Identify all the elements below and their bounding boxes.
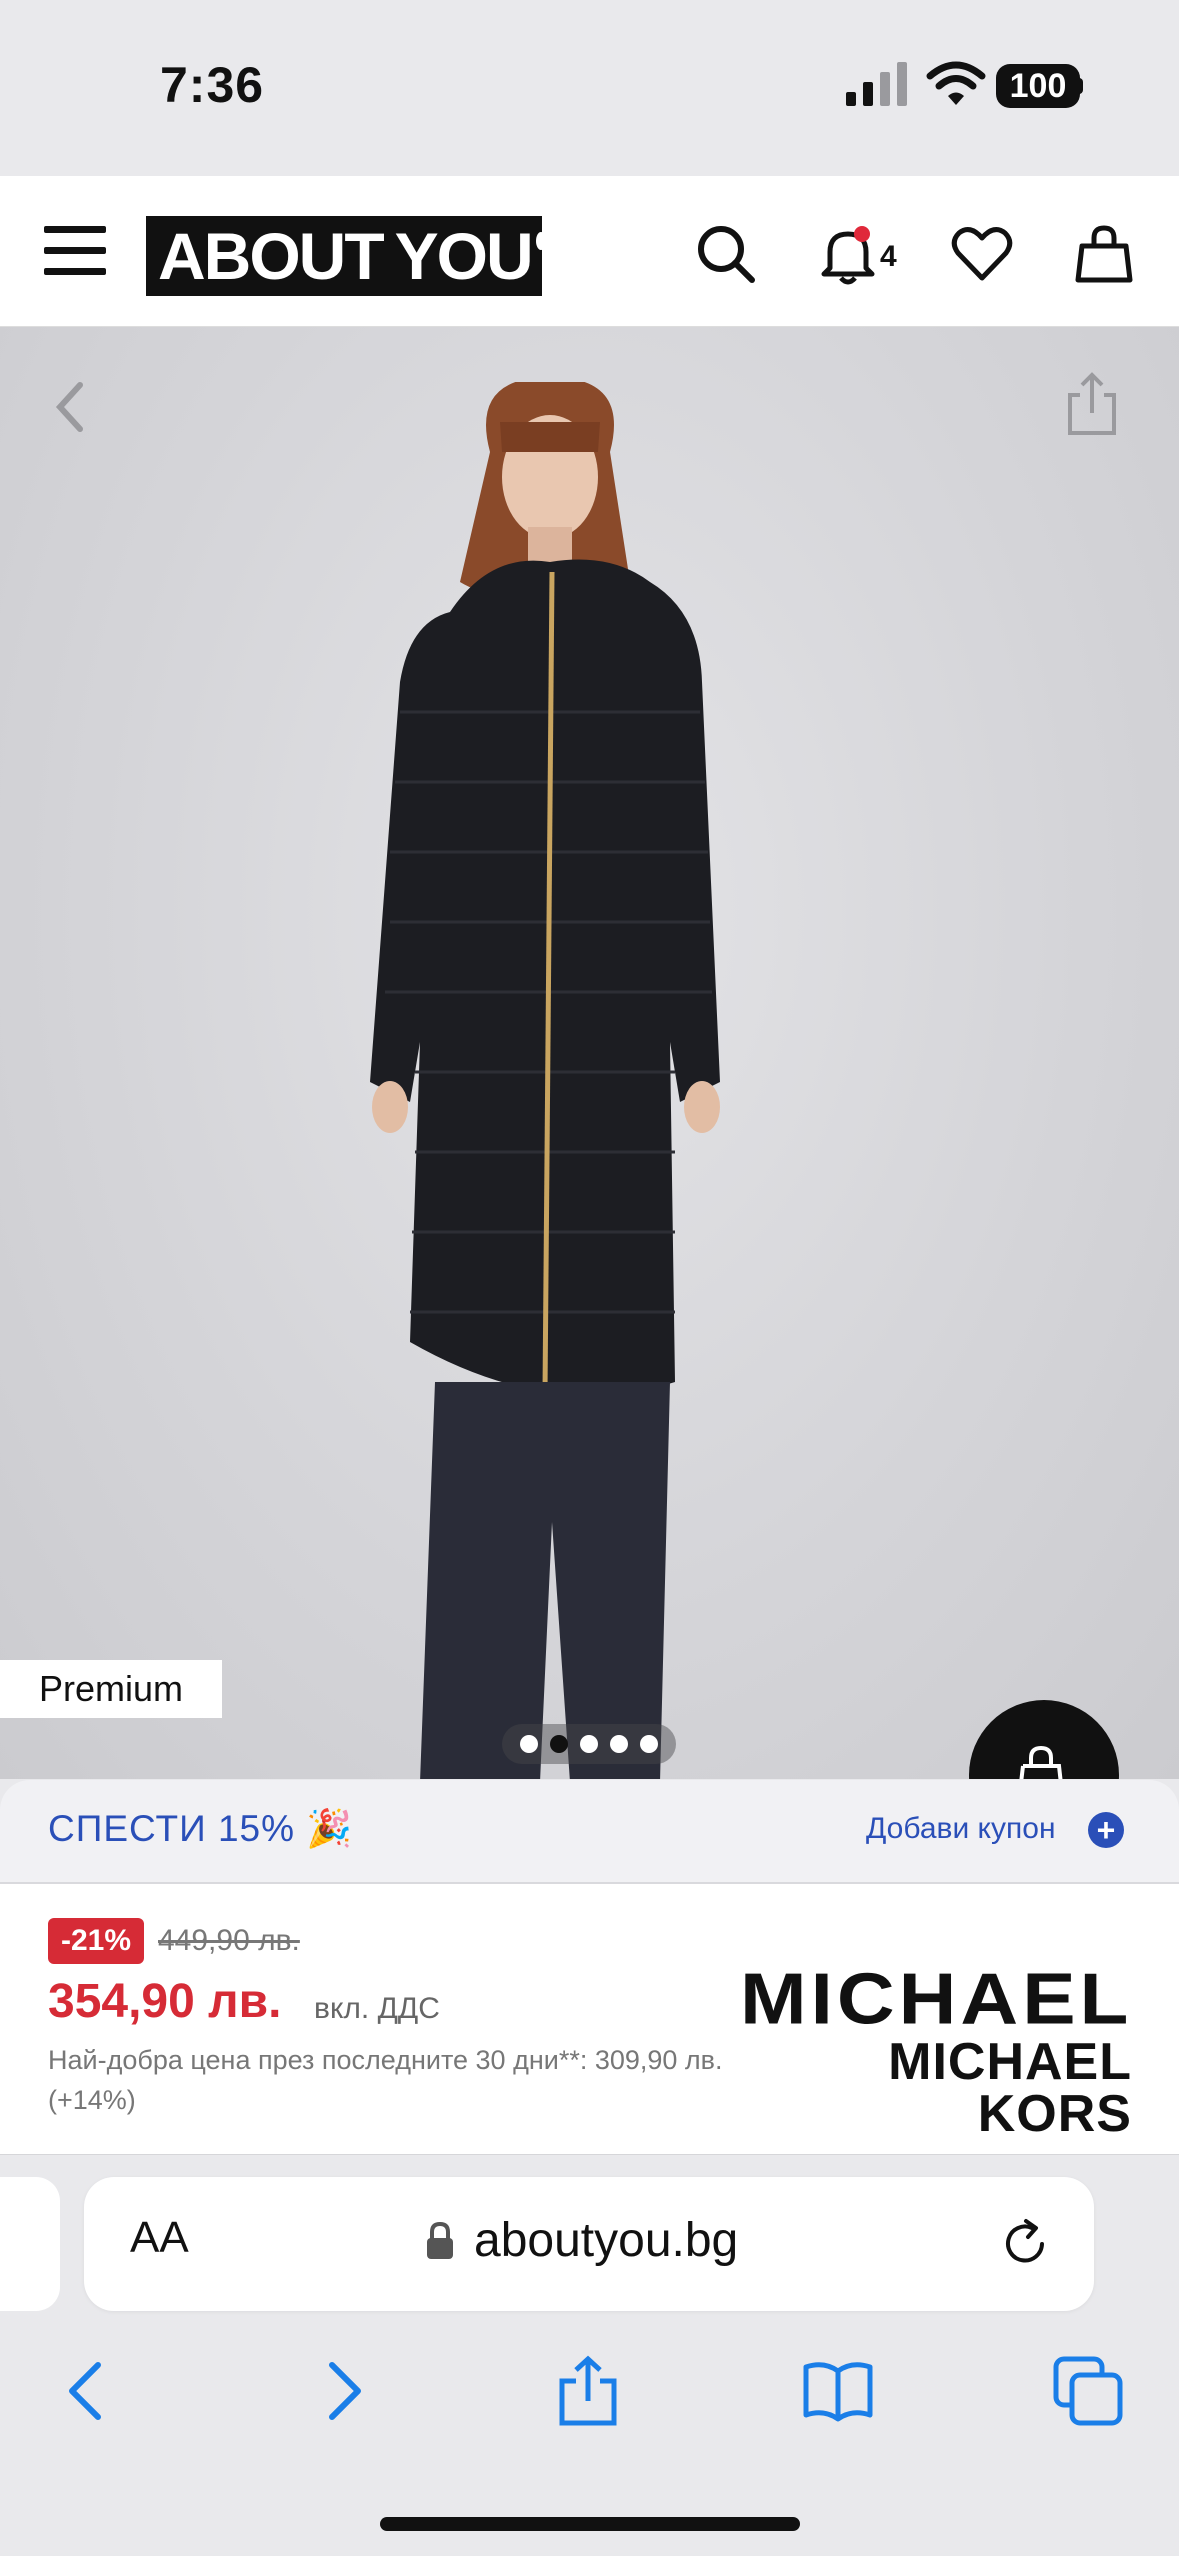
browser-share-icon[interactable] [552,2355,624,2427]
previous-tab-preview[interactable] [0,2177,60,2311]
notification-count: 4 [880,240,897,273]
menu-icon[interactable] [44,226,106,276]
reload-icon[interactable] [998,2217,1052,2271]
add-to-cart-button[interactable] [969,1700,1119,1779]
browser-forward-icon[interactable] [306,2355,378,2427]
bookmarks-icon[interactable] [802,2355,874,2427]
home-indicator [380,2517,800,2531]
carousel-dot[interactable] [520,1735,538,1753]
brand-logo[interactable]: MICHAEL MICHAEL KORS [740,1962,1132,2140]
notification-bell-icon[interactable] [816,222,880,286]
brand-logo-line2: MICHAEL KORS [888,2033,1132,2143]
premium-badge: Premium [0,1660,222,1718]
about-you-logo[interactable]: ABOUT YOU [146,216,546,296]
search-icon[interactable] [694,222,758,286]
site-header: ABOUT YOU 4 [0,176,1179,327]
add-to-bag-icon [1019,1745,1063,1779]
brand-logo-line1: MICHAEL [740,1958,1133,2039]
price-section: -21% 449,90 лв. 354,90 лв. вкл. ДДС Най-… [0,1884,1179,2157]
add-coupon-link[interactable]: Добави купон [866,1812,1056,1846]
share-icon[interactable] [1064,369,1120,439]
browser-back-icon[interactable] [52,2355,124,2427]
status-bar: 7:36 100 [0,0,1179,176]
browser-toolbar: AA aboutyou.bg [0,2155,1179,2556]
wifi-icon [926,61,986,105]
discount-badge: -21% [48,1918,144,1964]
old-price: 449,90 лв. [158,1924,300,1957]
product-image-gallery[interactable]: Premium [0,327,1179,1779]
wishlist-heart-icon[interactable] [950,222,1014,286]
url-text[interactable]: aboutyou.bg [474,2213,738,2268]
battery-cap [1077,78,1083,94]
logo-text-about: ABOUT [158,219,385,293]
tabs-icon[interactable] [1052,2355,1124,2427]
add-coupon-plus-icon[interactable]: + [1088,1812,1124,1848]
carousel-pagination[interactable] [502,1724,676,1764]
best-price-note: Най-добра цена през последните 30 дни**:… [48,2045,723,2115]
coupon-bar: СПЕСТИ 15% 🎉 Добави купон + [0,1780,1179,1885]
shopping-bag-icon[interactable] [1072,222,1136,286]
address-bar[interactable]: AA aboutyou.bg [84,2177,1094,2311]
cellular-signal-icon [846,62,907,106]
carousel-dot[interactable] [610,1735,628,1753]
logo-text-you: YOU [394,219,534,293]
carousel-dot[interactable] [550,1735,568,1753]
carousel-dot[interactable] [580,1735,598,1753]
text-size-button[interactable]: AA [130,2213,189,2263]
vat-label: вкл. ДДС [314,1992,440,2025]
promo-text: СПЕСТИ 15% 🎉 [48,1808,354,1849]
product-model-image [370,382,720,1779]
carousel-dot[interactable] [640,1735,658,1753]
battery-indicator: 100 [996,64,1080,108]
lock-icon [427,2221,453,2259]
back-chevron-icon[interactable] [50,377,90,437]
current-price: 354,90 лв. [48,1975,282,2028]
status-time: 7:36 [160,57,265,113]
